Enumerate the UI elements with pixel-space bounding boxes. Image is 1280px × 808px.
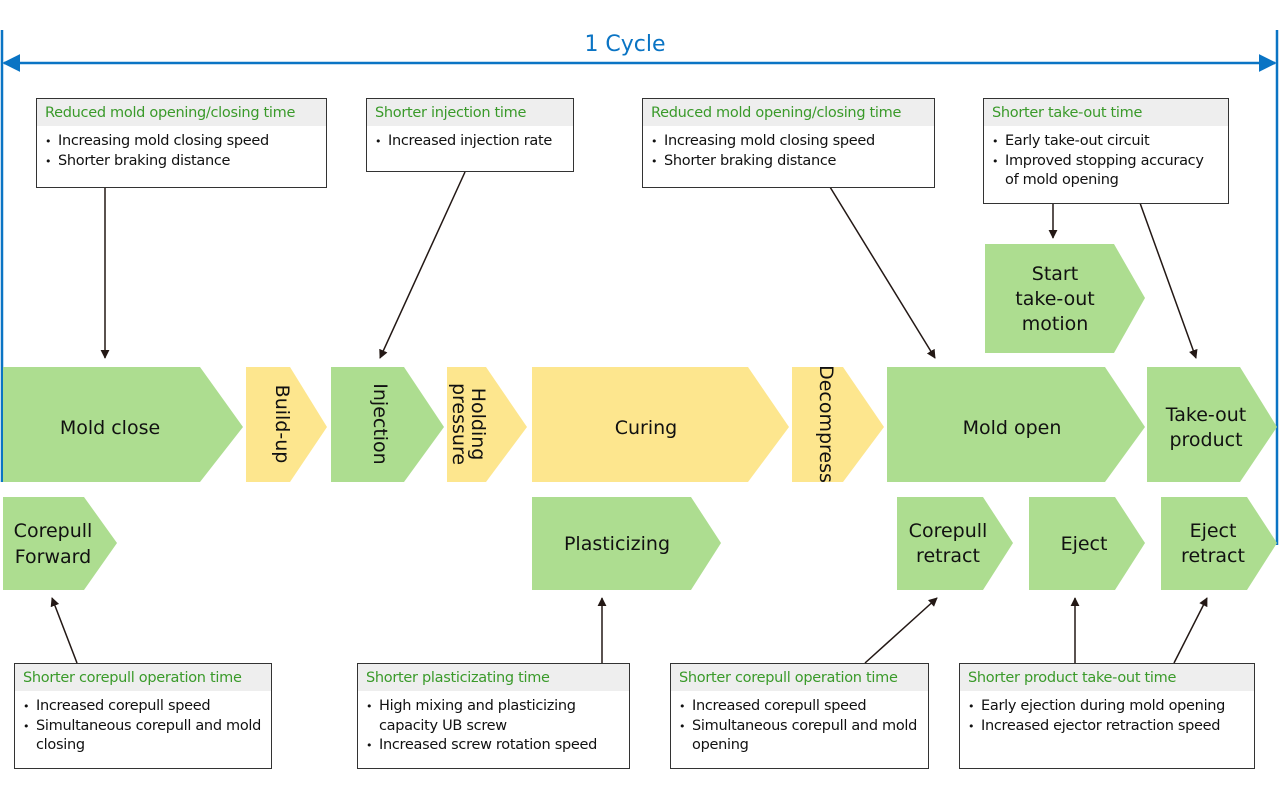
step-corepull-forward: Corepull Forward [3, 497, 117, 590]
step-label-line-1: Start [1032, 263, 1078, 285]
step-label-line-2: Forward [15, 546, 91, 568]
callout-heading: Shorter corepull operation time [15, 664, 271, 691]
callout-list: Increased injection rate [367, 126, 573, 156]
step-label: Injection [369, 383, 391, 464]
step-eject-retract: Eject retract [1161, 497, 1277, 590]
callout-item: Increased corepull speed [679, 697, 920, 717]
step-label: Eject [1061, 533, 1108, 555]
step-label-line-2: product [1169, 429, 1242, 451]
step-label: Plasticizing [564, 533, 670, 555]
callout-item: Increased ejector retraction speed [968, 717, 1246, 737]
callout-item: Improved stopping accuracy of mold openi… [992, 152, 1220, 191]
callout-list: Increasing mold closing speed Shorter br… [643, 126, 934, 175]
callout-corepull-retract-time: Shorter corepull operation time Increase… [670, 663, 929, 769]
callout-item: Shorter braking distance [651, 152, 926, 172]
callout-list: Increased corepull speed Simultaneous co… [15, 691, 271, 760]
callout-list: High mixing and plasticizing capacity UB… [358, 691, 629, 760]
callout-item: High mixing and plasticizing capacity UB… [366, 697, 621, 736]
step-plasticizing: Plasticizing [532, 497, 721, 590]
step-take-out-product: Take-out product [1147, 367, 1277, 482]
callout-list: Increasing mold closing speed Shorter br… [37, 126, 326, 175]
step-label: Mold close [60, 417, 160, 439]
callout-item: Early ejection during mold opening [968, 697, 1246, 717]
step-label-line-1: Corepull [909, 520, 988, 542]
callout-heading: Shorter product take-out time [960, 664, 1254, 691]
step-label-line-2: take-out [1015, 288, 1094, 310]
step-mold-close: Mold close [3, 367, 243, 482]
callout-heading: Shorter corepull operation time [671, 664, 928, 691]
callout-item: Increased injection rate [375, 132, 565, 152]
callout-item: Simultaneous corepull and mold opening [679, 717, 920, 756]
step-holding-pressure: Holding pressure [447, 367, 527, 482]
callout-take-out-time: Shorter take-out time Early take-out cir… [983, 98, 1229, 204]
step-corepull-retract: Corepull retract [897, 497, 1013, 590]
callout-injection-time: Shorter injection time Increased injecti… [366, 98, 574, 172]
callout-heading: Shorter injection time [367, 99, 573, 126]
step-label-line-1: Eject [1190, 520, 1237, 542]
step-label-line-2: pressure [448, 383, 470, 465]
step-label: Build-up [271, 385, 293, 464]
step-label-line-1: Take-out [1165, 404, 1246, 426]
arrow-to-eject-retract [1173, 597, 1208, 664]
step-label: Curing [615, 417, 678, 439]
arrow-to-injection [379, 171, 466, 359]
callout-list: Early ejection during mold opening Incre… [960, 691, 1254, 740]
callout-heading: Shorter take-out time [984, 99, 1228, 126]
callout-item: Increasing mold closing speed [651, 132, 926, 152]
callout-item: Increased corepull speed [23, 697, 263, 717]
step-label-line-2: retract [1181, 545, 1245, 567]
callout-item: Increasing mold closing speed [45, 132, 318, 152]
step-decompress: Decompress [792, 365, 884, 483]
arrow-to-corepull-forward [50, 597, 78, 664]
callout-corepull-forward-time: Shorter corepull operation time Increase… [14, 663, 272, 769]
arrow-to-take-out-product [1139, 202, 1198, 359]
callout-heading: Shorter plasticizating time [358, 664, 629, 691]
callout-plasticizing-time: Shorter plasticizating time High mixing … [357, 663, 630, 769]
arrow-to-mold-open [829, 186, 936, 359]
callout-heading: Reduced mold opening/closing time [37, 99, 326, 126]
step-start-take-out-motion: Start take-out motion [985, 244, 1145, 353]
callout-item: Early take-out circuit [992, 132, 1220, 152]
step-eject: Eject [1029, 497, 1145, 590]
callout-list: Early take-out circuit Improved stopping… [984, 126, 1228, 195]
step-build-up: Build-up [246, 367, 327, 482]
step-mold-open: Mold open [887, 367, 1145, 482]
callout-item: Simultaneous corepull and mold closing [23, 717, 263, 756]
step-label-line-3: motion [1022, 313, 1089, 335]
callout-item: Shorter braking distance [45, 152, 318, 172]
callout-item: Increased screw rotation speed [366, 736, 621, 756]
step-label-line-2: retract [916, 545, 980, 567]
step-label: Decompress [815, 365, 837, 483]
callout-mold-open-time: Reduced mold opening/closing time Increa… [642, 98, 935, 188]
step-injection: Injection [331, 367, 444, 482]
callout-product-take-out-time: Shorter product take-out time Early ejec… [959, 663, 1255, 769]
callout-list: Increased corepull speed Simultaneous co… [671, 691, 928, 760]
arrow-to-corepull-retract [864, 597, 938, 664]
step-curing: Curing [532, 367, 789, 482]
callout-heading: Reduced mold opening/closing time [643, 99, 934, 126]
cycle-label: 1 Cycle [584, 32, 665, 57]
callout-mold-close-time: Reduced mold opening/closing time Increa… [36, 98, 327, 188]
step-label: Mold open [963, 417, 1062, 439]
step-label-line-1: Corepull [14, 520, 93, 542]
